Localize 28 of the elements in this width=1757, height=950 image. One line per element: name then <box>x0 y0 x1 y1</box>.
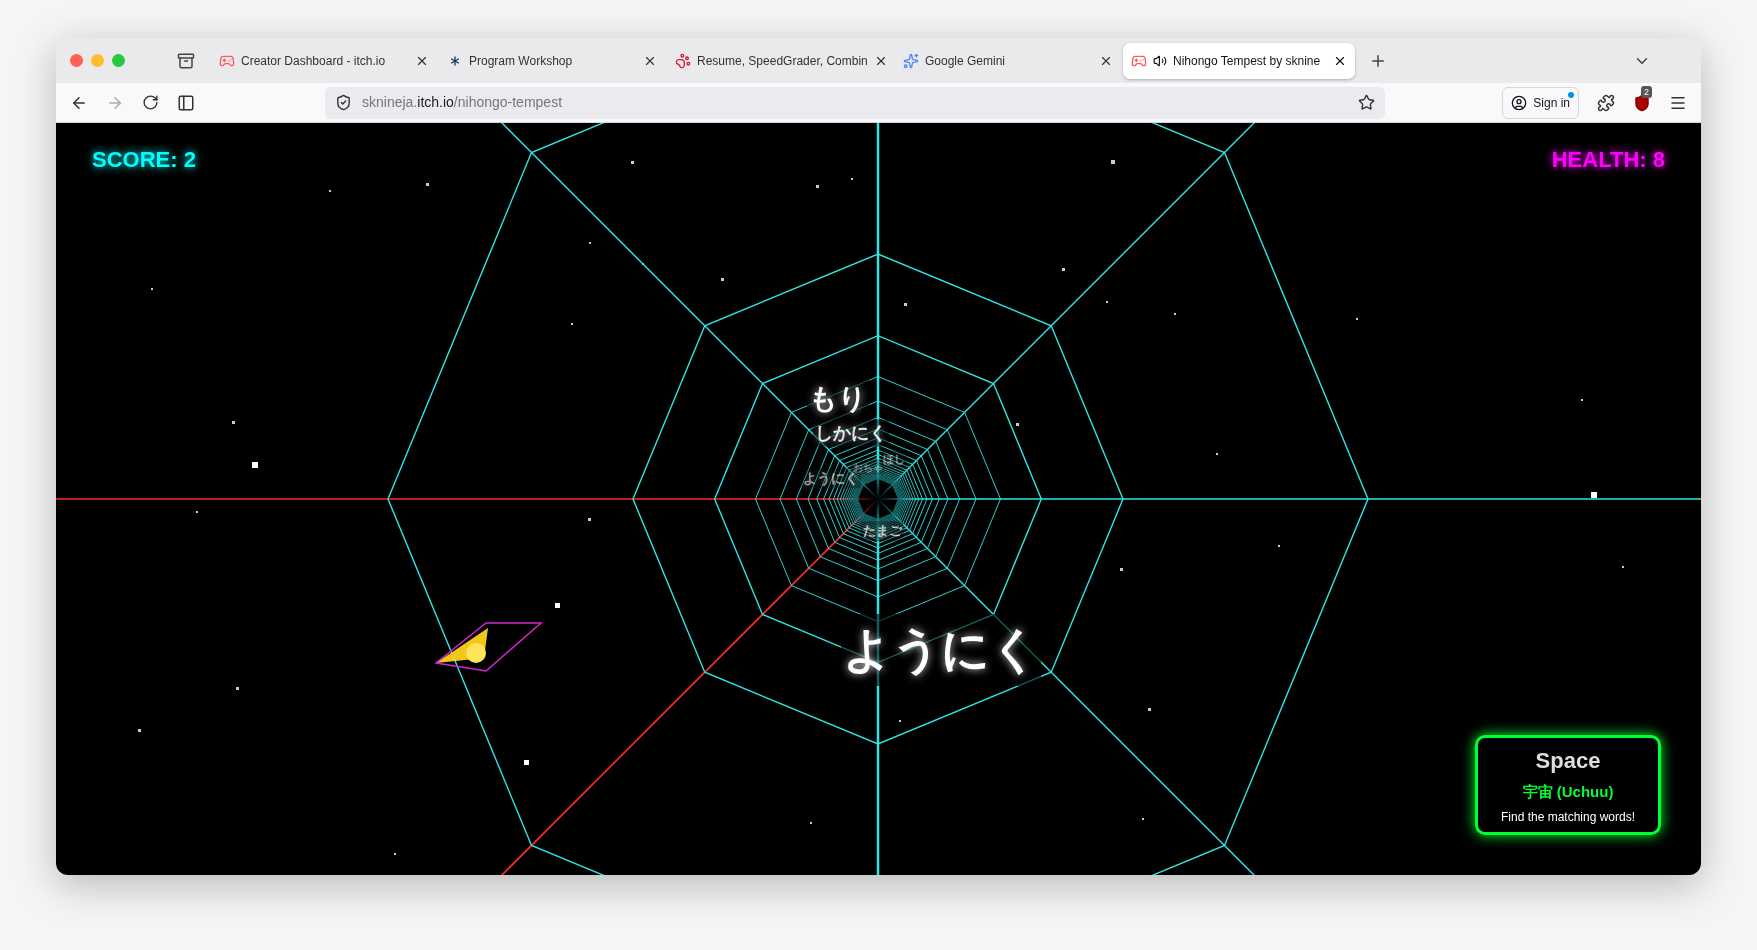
bookmark-star-icon[interactable] <box>1358 94 1375 111</box>
browser-tab[interactable]: Creator Dashboard - itch.io <box>211 42 437 79</box>
falling-word: もり <box>807 378 869 420</box>
address-bar[interactable]: sknineja.itch.io/nihongo-tempest <box>325 86 1385 119</box>
extensions-icon[interactable] <box>1597 93 1615 112</box>
extension-badge: 2 <box>1641 85 1652 98</box>
browser-tab[interactable]: Google Gemini <box>895 42 1121 79</box>
speaker-icon[interactable] <box>1153 53 1167 68</box>
health-counter: HEALTH: 8 <box>1551 146 1665 174</box>
score-counter: SCORE: 2 <box>92 146 196 174</box>
account-icon <box>1511 94 1528 111</box>
falling-word: ようにく <box>841 614 1041 686</box>
paw-icon <box>675 52 691 69</box>
sign-in-button[interactable]: Sign in <box>1502 86 1579 119</box>
browser-tab[interactable]: Program Workshop <box>439 42 665 79</box>
close-window-button[interactable] <box>70 54 83 67</box>
shield-extension-icon[interactable] <box>1633 93 1651 112</box>
reload-icon[interactable] <box>142 94 159 111</box>
target-word-japanese: 宇宙 (Uchuu) <box>1522 782 1614 803</box>
url-text: sknineja.itch.io/nihongo-tempest <box>362 93 564 112</box>
shield-icon[interactable] <box>335 94 352 111</box>
sparkle-icon <box>903 52 919 69</box>
browser-tab[interactable]: Resume, SpeedGrader, Combin <box>667 42 893 79</box>
target-word-english: Space <box>1535 747 1601 776</box>
tab-tray-icon[interactable] <box>177 51 195 70</box>
sidebar-icon[interactable] <box>177 93 195 112</box>
instruction-text: Find the matching words! <box>1500 808 1636 826</box>
browser-tab[interactable]: Nihongo Tempest by sknine <box>1123 42 1355 79</box>
